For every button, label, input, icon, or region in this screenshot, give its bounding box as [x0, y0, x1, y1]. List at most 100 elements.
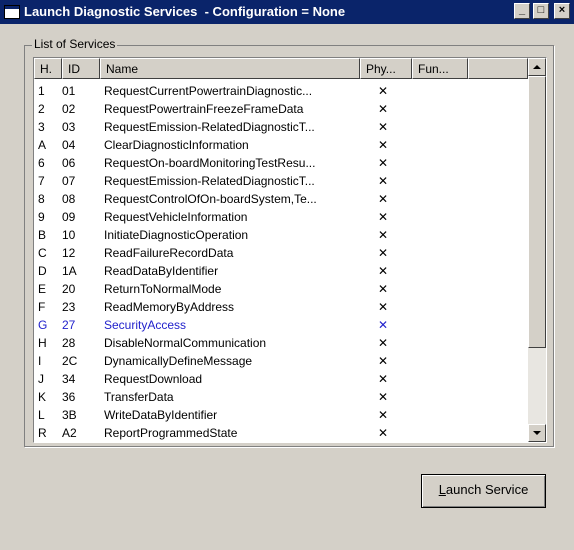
vertical-scrollbar[interactable] — [528, 58, 546, 442]
row-service-id: 01 — [62, 84, 76, 98]
row-service-name: ClearDiagnosticInformation — [104, 138, 249, 152]
row-hotkey: 6 — [38, 156, 45, 170]
column-header-functional[interactable]: Fun... — [412, 58, 468, 79]
row-service-name: ReadFailureRecordData — [104, 246, 234, 260]
launch-service-button[interactable]: Launch Service — [421, 474, 546, 508]
arrow-down-icon — [533, 431, 541, 435]
column-header-name[interactable]: Name — [100, 58, 360, 79]
list-item[interactable]: B 10 InitiateDiagnosticOperation ✕ — [34, 226, 528, 244]
list-item[interactable]: 6 06 RequestOn-boardMonitoringTestResu... ✕ — [34, 154, 528, 172]
close-button[interactable]: × — [554, 3, 570, 19]
list-item[interactable]: J 34 RequestDownload ✕ — [34, 370, 528, 388]
row-physical-mark: ✕ — [378, 282, 389, 296]
row-hotkey: I — [38, 354, 42, 368]
list-item[interactable]: G 27 SecurityAccess ✕ — [34, 316, 528, 334]
scroll-thumb[interactable] — [528, 76, 546, 348]
row-service-id: 34 — [62, 372, 76, 386]
row-physical-mark: ✕ — [378, 264, 389, 278]
arrow-up-icon — [533, 65, 541, 69]
row-service-id: 04 — [62, 138, 76, 152]
row-service-id: 28 — [62, 336, 76, 350]
row-physical-mark: ✕ — [378, 138, 389, 152]
row-physical-mark: ✕ — [378, 246, 389, 260]
row-service-id: 3B — [62, 408, 77, 422]
row-service-id: 1A — [62, 264, 77, 278]
row-service-name: RequestPowertrainFreezeFrameData — [104, 102, 304, 116]
list-item[interactable]: 8 08 RequestControlOfOn-boardSystem,Te... ✕ — [34, 190, 528, 208]
row-service-name: ReportProgrammedState — [104, 426, 238, 440]
row-hotkey: C — [38, 246, 47, 260]
row-service-name: WriteDataByIdentifier — [104, 408, 218, 422]
row-service-id: 12 — [62, 246, 76, 260]
row-service-name: SecurityAccess — [104, 318, 187, 332]
scroll-down-button[interactable] — [528, 424, 546, 442]
row-hotkey: 7 — [38, 174, 45, 188]
list-item[interactable]: 7 07 RequestEmission-RelatedDiagnosticT...… — [34, 172, 528, 190]
row-physical-mark: ✕ — [378, 426, 389, 440]
row-physical-mark: ✕ — [378, 174, 389, 188]
row-hotkey: A — [38, 138, 47, 152]
row-hotkey: J — [38, 372, 44, 386]
maximize-button[interactable]: □ — [533, 3, 549, 19]
row-physical-mark: ✕ — [378, 318, 389, 332]
row-service-id: 27 — [62, 318, 76, 332]
row-service-id: 2C — [62, 354, 78, 368]
services-group-label: List of Services — [32, 37, 118, 51]
row-physical-mark: ✕ — [378, 372, 389, 386]
list-item[interactable]: 1 01 RequestCurrentPowertrainDiagnostic...… — [34, 82, 528, 100]
row-physical-mark: ✕ — [378, 336, 389, 350]
row-physical-mark: ✕ — [378, 300, 389, 314]
list-item[interactable]: F 23 ReadMemoryByAddress ✕ — [34, 298, 528, 316]
row-physical-mark: ✕ — [378, 228, 389, 242]
row-physical-mark: ✕ — [378, 354, 389, 368]
row-service-name: RequestEmission-RelatedDiagnosticT... — [104, 120, 315, 134]
list-item[interactable]: K 36 TransferData ✕ — [34, 388, 528, 406]
list-item[interactable]: H 28 DisableNormalCommunication ✕ — [34, 334, 528, 352]
row-hotkey: F — [38, 300, 46, 314]
row-hotkey: 9 — [38, 210, 45, 224]
list-item[interactable]: R A2 ReportProgrammedState ✕ — [34, 424, 528, 442]
row-service-name: ReadMemoryByAddress — [104, 300, 235, 314]
row-hotkey: R — [38, 426, 47, 440]
row-physical-mark: ✕ — [378, 390, 389, 404]
scroll-up-button[interactable] — [528, 58, 546, 76]
window-title: Launch Diagnostic Services - Configurati… — [24, 4, 346, 19]
list-item[interactable]: E 20 ReturnToNormalMode ✕ — [34, 280, 528, 298]
row-hotkey: D — [38, 264, 47, 278]
row-hotkey: 3 — [38, 120, 45, 134]
row-service-name: ReadDataByIdentifier — [104, 264, 219, 278]
row-service-name: RequestDownload — [104, 372, 203, 386]
column-header-physical[interactable]: Phy... — [360, 58, 412, 79]
list-header: H. ID Name Phy... Fun... — [34, 58, 528, 79]
row-service-id: 23 — [62, 300, 76, 314]
list-item[interactable]: L 3B WriteDataByIdentifier ✕ — [34, 406, 528, 424]
list-item[interactable]: D 1A ReadDataByIdentifier ✕ — [34, 262, 528, 280]
column-header-h[interactable]: H. — [34, 58, 62, 79]
list-item[interactable]: 3 03 RequestEmission-RelatedDiagnosticT...… — [34, 118, 528, 136]
list-item[interactable]: C 12 ReadFailureRecordData ✕ — [34, 244, 528, 262]
row-service-id: 08 — [62, 192, 76, 206]
row-service-name: RequestCurrentPowertrainDiagnostic... — [104, 84, 313, 98]
row-service-id: 09 — [62, 210, 76, 224]
row-physical-mark: ✕ — [378, 120, 389, 134]
row-service-id: 20 — [62, 282, 76, 296]
row-hotkey: L — [38, 408, 45, 422]
row-service-name: RequestVehicleInformation — [104, 210, 248, 224]
list-item[interactable]: 2 02 RequestPowertrainFreezeFrameData ✕ — [34, 100, 528, 118]
list-item[interactable]: I 2C DynamicallyDefineMessage ✕ — [34, 352, 528, 370]
row-service-id: 02 — [62, 102, 76, 116]
row-service-name: RequestEmission-RelatedDiagnosticT... — [104, 174, 315, 188]
column-header-id[interactable]: ID — [62, 58, 100, 79]
row-hotkey: E — [38, 282, 47, 296]
minimize-button[interactable]: _ — [514, 3, 530, 19]
list-item[interactable]: A 04 ClearDiagnosticInformation ✕ — [34, 136, 528, 154]
row-service-id: A2 — [62, 426, 77, 440]
list-item[interactable]: 9 09 RequestVehicleInformation ✕ — [34, 208, 528, 226]
services-list[interactable]: H. ID Name Phy... Fun... 1 01 RequestCurre… — [33, 57, 547, 443]
row-service-name: TransferData — [104, 390, 174, 404]
row-physical-mark: ✕ — [378, 102, 389, 116]
row-service-name: DisableNormalCommunication — [104, 336, 267, 350]
title-bar[interactable]: Launch Diagnostic Services - Configurati… — [0, 0, 574, 24]
row-service-name: DynamicallyDefineMessage — [104, 354, 253, 368]
column-header-filler — [468, 58, 528, 79]
